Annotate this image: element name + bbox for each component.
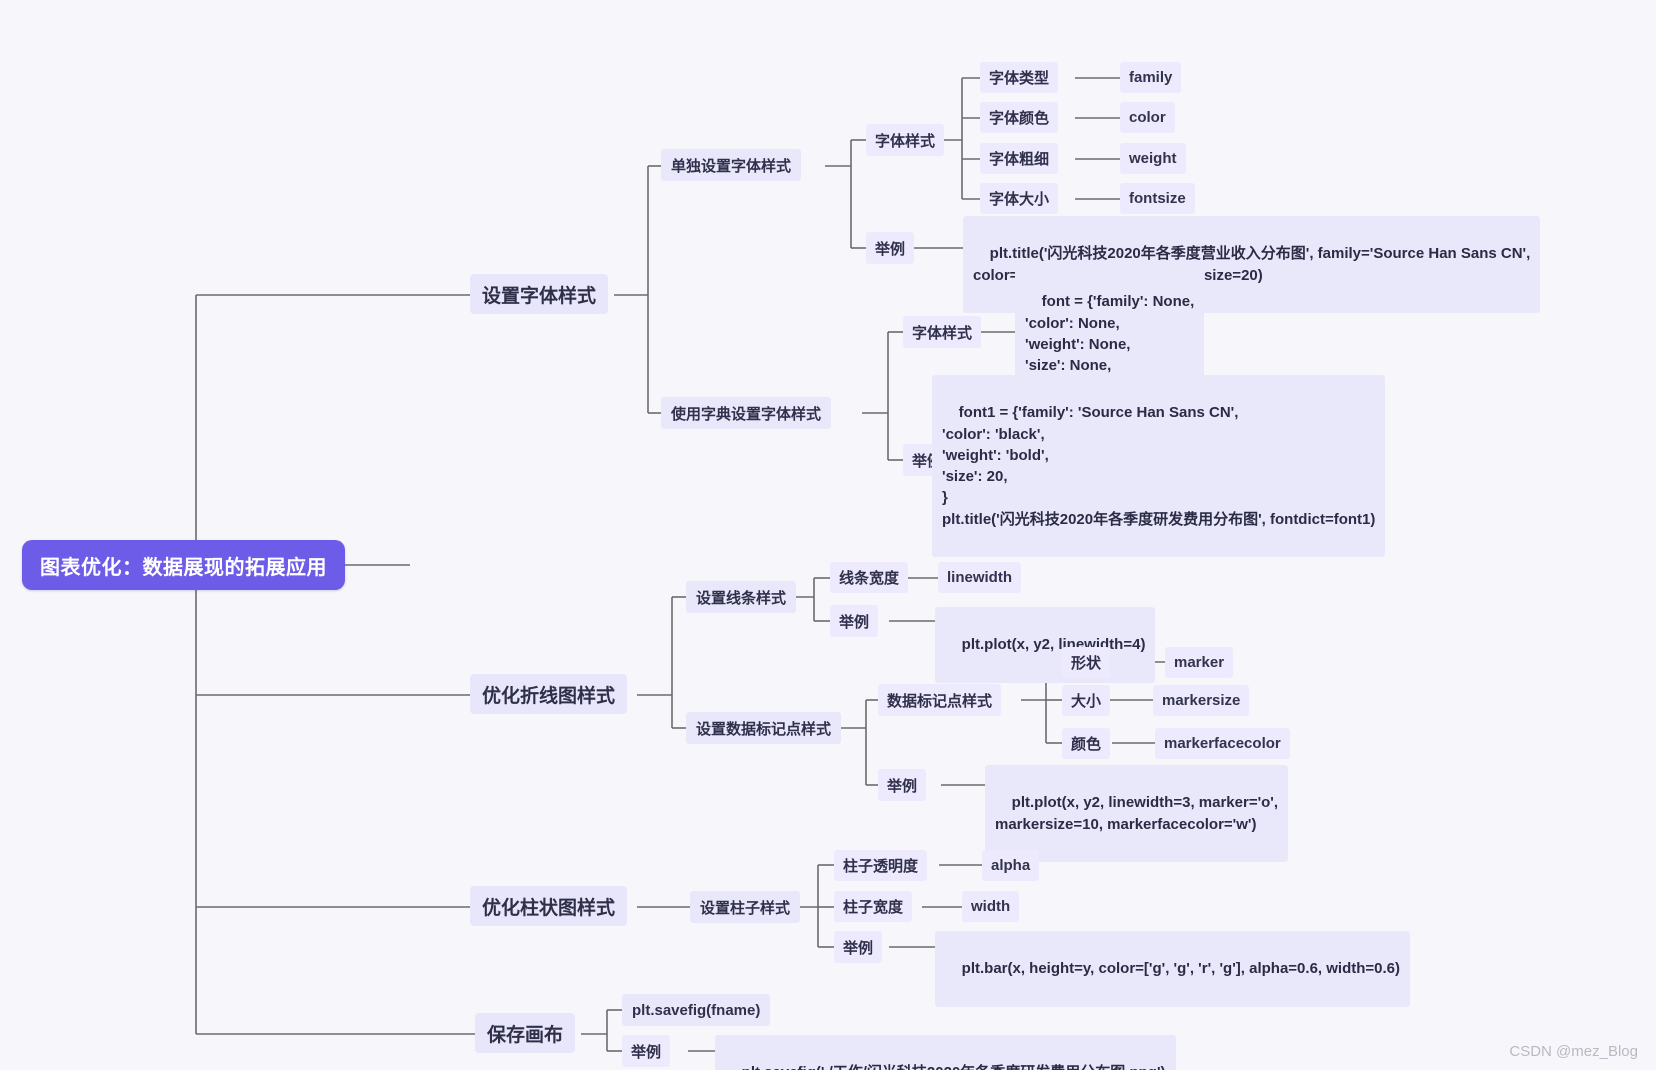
prop-marker-color-en-label: markerfacecolor	[1164, 735, 1281, 752]
code-dict-example-text: font1 = {'family': 'Source Han Sans CN',…	[942, 404, 1376, 528]
branch-save-canvas-label: 保存画布	[487, 1024, 564, 1046]
branch-line-chart-label: 优化折线图样式	[482, 685, 616, 707]
prop-linewidth-en-label: linewidth	[947, 569, 1012, 586]
prop-font-family-en-label: family	[1129, 69, 1173, 86]
node-font-style-group[interactable]: 字体样式	[866, 124, 945, 156]
prop-bar-alpha-en[interactable]: alpha	[982, 850, 1040, 881]
branch-font-style[interactable]: 设置字体样式	[470, 274, 609, 314]
node-marker-style[interactable]: 设置数据标记点样式	[686, 712, 842, 744]
prop-marker-size-cn-label: 大小	[1071, 693, 1102, 710]
code-marker-example[interactable]: plt.plot(x, y2, linewidth=3, marker='o',…	[985, 765, 1289, 863]
prop-font-weight-cn-label: 字体粗细	[989, 151, 1050, 168]
node-bar-style-label: 设置柱子样式	[700, 899, 791, 917]
node-marker-example-text: 举例	[887, 777, 918, 795]
node-dict-style-label[interactable]: 字体样式	[903, 316, 982, 348]
prop-marker-size-cn[interactable]: 大小	[1062, 685, 1111, 716]
node-individual-example-label[interactable]: 举例	[866, 232, 915, 264]
code-line-example-text: plt.plot(x, y2, linewidth=4)	[961, 636, 1146, 654]
prop-marker-size-en[interactable]: markersize	[1153, 685, 1250, 716]
node-save-example-label[interactable]: 举例	[622, 1035, 671, 1067]
prop-marker-size-en-label: markersize	[1162, 692, 1241, 709]
branch-font-style-label: 设置字体样式	[482, 285, 597, 307]
code-dict-example[interactable]: font1 = {'family': 'Source Han Sans CN',…	[932, 375, 1386, 558]
prop-font-weight-cn[interactable]: 字体粗细	[980, 143, 1059, 174]
prop-font-color-en[interactable]: color	[1120, 102, 1175, 133]
prop-bar-width-en[interactable]: width	[962, 891, 1020, 922]
node-marker-group[interactable]: 数据标记点样式	[878, 684, 1002, 716]
node-line-example-label[interactable]: 举例	[830, 605, 879, 637]
node-marker-group-label: 数据标记点样式	[887, 692, 993, 710]
watermark-text: CSDN @mez_Blog	[1509, 1043, 1638, 1060]
node-line-style[interactable]: 设置线条样式	[686, 581, 797, 613]
prop-font-family-cn-label: 字体类型	[989, 70, 1050, 87]
code-bar-example-text: plt.bar(x, height=y, color=['g', 'g', 'r…	[961, 960, 1401, 978]
prop-bar-width-cn-label: 柱子宽度	[843, 899, 904, 916]
branch-line-chart[interactable]: 优化折线图样式	[470, 674, 628, 714]
prop-marker-color-cn[interactable]: 颜色	[1062, 728, 1111, 759]
prop-font-size-en-label: fontsize	[1129, 190, 1186, 207]
prop-marker-color-en[interactable]: markerfacecolor	[1155, 728, 1290, 759]
node-savefig-api[interactable]: plt.savefig(fname)	[622, 994, 771, 1026]
prop-marker-shape-cn[interactable]: 形状	[1062, 647, 1111, 678]
node-bar-example-label[interactable]: 举例	[834, 931, 883, 963]
node-individual-font-style-label: 单独设置字体样式	[671, 157, 792, 175]
mindmap-canvas: 图表优化：数据展现的拓展应用 设置字体样式 优化折线图样式 优化柱状图样式 保存…	[0, 0, 1656, 1070]
node-marker-style-label: 设置数据标记点样式	[696, 720, 832, 738]
node-bar-style[interactable]: 设置柱子样式	[690, 891, 801, 923]
branch-bar-chart[interactable]: 优化柱状图样式	[470, 886, 628, 926]
code-marker-example-text: plt.plot(x, y2, linewidth=3, marker='o',…	[995, 794, 1279, 833]
node-dict-font-style-label: 使用字典设置字体样式	[671, 405, 822, 423]
node-font-style-group-label: 字体样式	[875, 132, 936, 150]
node-individual-example-text: 举例	[875, 240, 906, 258]
prop-font-family-en[interactable]: family	[1120, 62, 1182, 93]
node-dict-font-style[interactable]: 使用字典设置字体样式	[661, 397, 832, 429]
node-dict-style-text: 字体样式	[912, 324, 973, 342]
prop-bar-width-en-label: width	[971, 898, 1011, 915]
code-save-example[interactable]: plt.savefig('./工作/闪光科技2020年各季度研发费用分布图.pn…	[715, 1035, 1176, 1070]
prop-font-color-cn[interactable]: 字体颜色	[980, 102, 1059, 133]
node-marker-example-label[interactable]: 举例	[878, 769, 927, 801]
prop-font-weight-en-label: weight	[1129, 150, 1177, 167]
node-line-style-label: 设置线条样式	[696, 589, 787, 607]
prop-bar-width-cn[interactable]: 柱子宽度	[834, 891, 913, 922]
node-savefig-api-label: plt.savefig(fname)	[632, 1001, 761, 1019]
prop-font-family-cn[interactable]: 字体类型	[980, 62, 1059, 93]
code-save-example-text: plt.savefig('./工作/闪光科技2020年各季度研发费用分布图.pn…	[742, 1064, 1166, 1070]
code-bar-example[interactable]: plt.bar(x, height=y, color=['g', 'g', 'r…	[935, 931, 1411, 1007]
prop-marker-shape-en[interactable]: marker	[1165, 647, 1234, 678]
connector-edges	[195, 77, 1165, 1052]
prop-font-size-cn-label: 字体大小	[989, 191, 1050, 208]
prop-marker-color-cn-label: 颜色	[1071, 736, 1102, 753]
prop-bar-alpha-en-label: alpha	[991, 857, 1031, 874]
prop-bar-alpha-cn[interactable]: 柱子透明度	[834, 850, 928, 881]
node-bar-example-text: 举例	[843, 939, 874, 957]
node-individual-font-style[interactable]: 单独设置字体样式	[661, 149, 802, 181]
prop-marker-shape-cn-label: 形状	[1071, 655, 1102, 672]
branch-save-canvas[interactable]: 保存画布	[475, 1013, 576, 1053]
prop-marker-shape-en-label: marker	[1174, 654, 1225, 671]
prop-bar-alpha-cn-label: 柱子透明度	[843, 858, 919, 875]
prop-font-size-en[interactable]: fontsize	[1120, 183, 1195, 214]
prop-font-size-cn[interactable]: 字体大小	[980, 183, 1059, 214]
root-node[interactable]: 图表优化：数据展现的拓展应用	[22, 540, 345, 590]
node-save-example-text: 举例	[631, 1043, 662, 1061]
prop-font-color-en-label: color	[1129, 109, 1166, 126]
root-node-label: 图表优化：数据展现的拓展应用	[40, 556, 327, 579]
branch-bar-chart-label: 优化柱状图样式	[482, 897, 616, 919]
prop-font-color-cn-label: 字体颜色	[989, 110, 1050, 127]
node-line-example-text: 举例	[839, 613, 870, 631]
prop-linewidth-cn-label: 线条宽度	[839, 570, 900, 587]
code-line-example[interactable]: plt.plot(x, y2, linewidth=4)	[935, 607, 1156, 683]
prop-linewidth-en[interactable]: linewidth	[938, 562, 1021, 593]
prop-font-weight-en[interactable]: weight	[1120, 143, 1186, 174]
prop-linewidth-cn[interactable]: 线条宽度	[830, 562, 909, 593]
